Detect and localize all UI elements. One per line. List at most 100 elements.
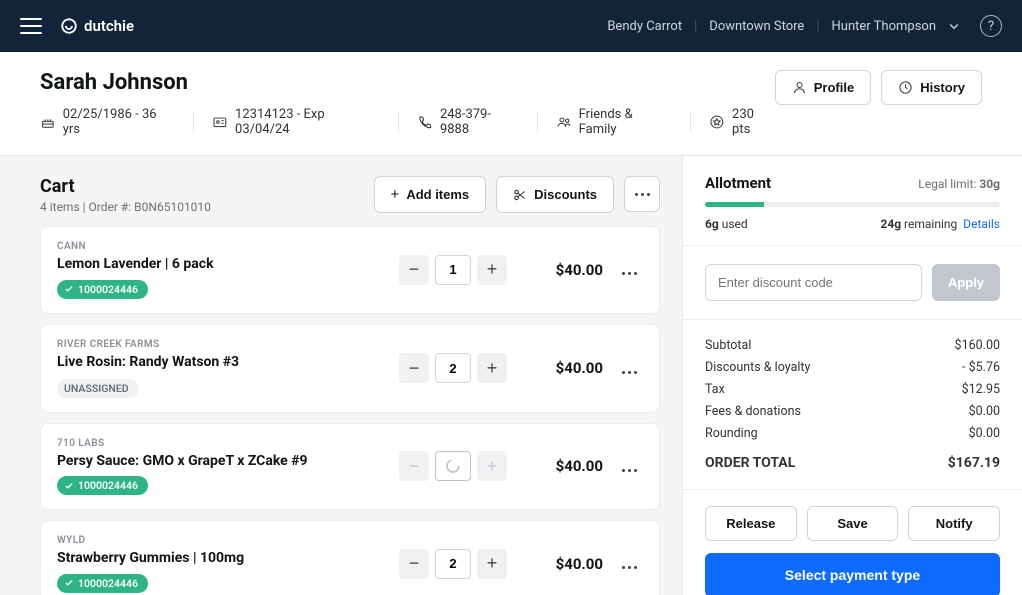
item-name: Persy Sauce: GMO x GrapeT x ZCake #9	[57, 453, 399, 469]
dots-icon	[622, 371, 637, 374]
release-button[interactable]: Release	[705, 506, 797, 541]
qty-increment-button[interactable]: +	[477, 549, 507, 579]
total-value: $0.00	[969, 404, 1000, 419]
cart-title: Cart	[40, 176, 211, 197]
help-icon[interactable]: ?	[980, 15, 1002, 37]
package-badge: 1000024446	[57, 574, 148, 593]
totals-section: Subtotal$160.00 Discounts & loyalty - $5.7…	[683, 320, 1022, 490]
meta-group: Friends & Family	[556, 107, 672, 137]
side-panel: Allotment Legal limit: 30g 6g used 24g r…	[682, 156, 1022, 595]
item-name: Live Rosin: Randy Watson #3	[57, 354, 399, 370]
dots-icon	[635, 193, 650, 196]
total-row: Discounts & loyalty - $5.76	[705, 360, 1000, 375]
item-brand: WYLD	[57, 535, 399, 546]
customer-name: Sarah Johnson	[40, 70, 775, 95]
item-price: $40.00	[531, 261, 603, 279]
order-total-label: ORDER TOTAL	[705, 455, 795, 471]
total-value: - $5.76	[962, 360, 1000, 375]
divider: |	[694, 19, 697, 34]
allotment-title: Allotment	[705, 174, 771, 192]
select-payment-button[interactable]: Select payment type	[705, 553, 1000, 595]
qty-input[interactable]	[435, 255, 471, 285]
qty-decrement-button[interactable]: −	[399, 549, 429, 579]
qty-increment-button[interactable]: +	[477, 255, 507, 285]
divider	[193, 112, 194, 132]
birthday-icon	[40, 114, 56, 130]
allotment-bar	[705, 202, 1000, 207]
allotment-used: 6g used	[705, 217, 748, 231]
item-menu-button[interactable]	[615, 554, 643, 573]
item-price: $40.00	[531, 555, 603, 573]
save-button[interactable]: Save	[807, 506, 899, 541]
check-icon	[64, 481, 74, 491]
dots-icon	[622, 272, 637, 275]
qty-decrement-button: −	[399, 451, 429, 481]
allotment-remaining: 24g remainingDetails	[880, 217, 1000, 231]
item-menu-button[interactable]	[615, 457, 643, 476]
plus-icon: +	[391, 186, 400, 203]
package-badge: 1000024446	[57, 280, 148, 299]
user-icon	[792, 80, 807, 95]
total-value: $160.00	[955, 338, 1000, 353]
legal-limit: Legal limit: 30g	[918, 177, 1000, 191]
total-row: Fees & donations$0.00	[705, 404, 1000, 419]
item-brand: 710 LABS	[57, 438, 399, 449]
check-icon	[64, 284, 74, 294]
check-icon	[64, 578, 74, 588]
spinner-icon	[445, 458, 461, 474]
dots-icon	[622, 566, 637, 569]
unassigned-badge: UNASSIGNED	[57, 379, 139, 398]
item-price: $40.00	[531, 359, 603, 377]
divider	[537, 112, 538, 132]
qty-input[interactable]	[435, 549, 471, 579]
item-name: Lemon Lavender | 6 pack	[57, 256, 399, 272]
cart-subtitle: 4 items | Order #: B0N65101010	[40, 200, 211, 214]
cart-item: RIVER CREEK FARMS Live Rosin: Randy Wats…	[40, 324, 660, 413]
store-name[interactable]: Downtown Store	[709, 19, 804, 34]
top-nav: dutchie Bendy Carrot | Downtown Store | …	[0, 0, 1022, 52]
allotment-details-link[interactable]: Details	[963, 217, 1000, 231]
chevron-down-icon[interactable]	[948, 20, 960, 32]
profile-button[interactable]: Profile	[775, 70, 871, 105]
brand-logo[interactable]: dutchie	[60, 17, 134, 35]
divider	[398, 112, 399, 132]
customer-header: Sarah Johnson 02/25/1986 - 36 yrs 123141…	[0, 52, 1022, 156]
tenant-name[interactable]: Bendy Carrot	[607, 19, 682, 34]
cart-item: CANN Lemon Lavender | 6 pack 1000024446 …	[40, 226, 660, 314]
divider: |	[816, 19, 819, 34]
hamburger-icon[interactable]	[20, 18, 42, 34]
cart-more-button[interactable]	[624, 176, 660, 212]
package-badge: 1000024446	[57, 476, 148, 495]
order-total-value: $167.19	[948, 455, 1000, 471]
notify-button[interactable]: Notify	[908, 506, 1000, 541]
qty-decrement-button[interactable]: −	[399, 353, 429, 383]
discounts-button[interactable]: Discounts	[496, 176, 614, 213]
item-price: $40.00	[531, 457, 603, 475]
meta-points: 230 pts	[709, 107, 774, 137]
phone-icon	[417, 114, 433, 130]
item-menu-button[interactable]	[615, 260, 643, 279]
clock-icon	[898, 80, 913, 95]
add-items-button[interactable]: +Add items	[374, 176, 487, 213]
cart-panel: Cart 4 items | Order #: B0N65101010 +Add…	[0, 156, 682, 595]
item-menu-button[interactable]	[615, 359, 643, 378]
history-button[interactable]: History	[881, 70, 982, 105]
qty-decrement-button[interactable]: −	[399, 255, 429, 285]
users-icon	[556, 114, 572, 130]
dots-icon	[622, 469, 637, 472]
qty-input[interactable]	[435, 353, 471, 383]
total-label: Rounding	[705, 426, 758, 441]
total-label: Discounts & loyalty	[705, 360, 810, 375]
user-name[interactable]: Hunter Thompson	[832, 19, 936, 34]
brand-name: dutchie	[84, 17, 134, 35]
total-row: Rounding$0.00	[705, 426, 1000, 441]
total-label: Tax	[705, 382, 725, 397]
divider	[690, 112, 691, 132]
discount-code-input[interactable]	[705, 264, 922, 301]
scissors-icon	[513, 188, 527, 202]
qty-increment-button[interactable]: +	[477, 353, 507, 383]
apply-discount-button[interactable]: Apply	[932, 264, 1000, 301]
item-brand: RIVER CREEK FARMS	[57, 339, 399, 350]
total-row: Tax$12.95	[705, 382, 1000, 397]
total-row: Subtotal$160.00	[705, 338, 1000, 353]
